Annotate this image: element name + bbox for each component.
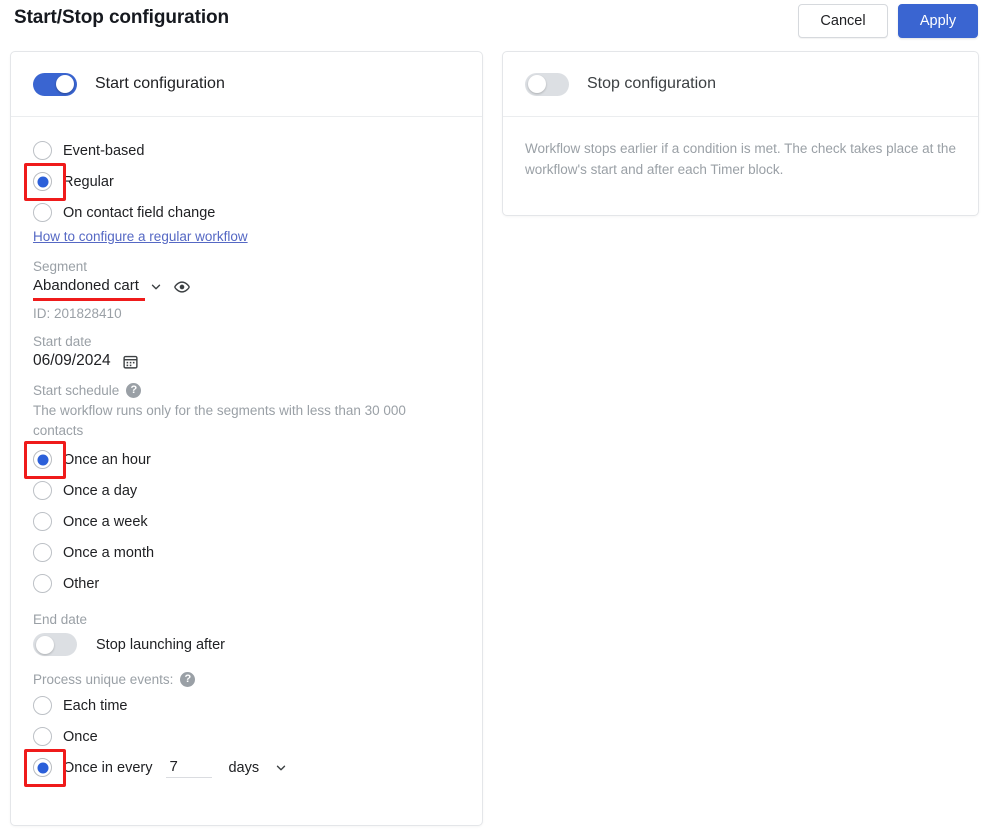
start-date-label-text: Start date [33, 334, 92, 349]
radio-once-an-hour[interactable]: Once an hour [33, 444, 460, 475]
stop-launching-after-row[interactable]: Stop launching after [33, 633, 460, 657]
start-schedule-label: Start schedule ? [33, 383, 460, 398]
help-icon[interactable]: ? [180, 672, 196, 688]
radio-once-a-day[interactable]: Once a day [33, 475, 460, 506]
stop-configuration-card: Stop configuration Workflow stops earlie… [502, 51, 979, 216]
help-icon[interactable]: ? [126, 383, 142, 398]
start-configuration-toggle[interactable] [33, 72, 77, 96]
calendar-icon[interactable] [122, 353, 139, 370]
radio-on-contact-field-change[interactable]: On contact field change [33, 197, 460, 228]
segment-label-text: Segment [33, 259, 88, 274]
radio-label: Regular [63, 173, 114, 190]
radio-regular[interactable]: Regular [33, 166, 460, 197]
start-stop-configuration-page: Start/Stop configuration Cancel Apply St… [0, 0, 993, 840]
eye-icon[interactable] [173, 278, 191, 296]
radio-other[interactable]: Other [33, 568, 460, 599]
stop-card-header: Stop configuration [503, 52, 978, 117]
segment-label: Segment [33, 259, 460, 274]
radio-once-in-every[interactable]: Once in every days [33, 752, 460, 783]
radio-once-a-week[interactable]: Once a week [33, 506, 460, 537]
radio-circle-icon [33, 727, 52, 747]
radio-each-time[interactable]: Each time [33, 690, 460, 721]
stop-configuration-toggle[interactable] [525, 72, 569, 96]
radio-label: Event-based [63, 142, 145, 159]
stop-configuration-description: Workflow stops earlier if a condition is… [525, 141, 956, 177]
end-date-label-text: End date [33, 612, 88, 628]
start-schedule-label-text: Start schedule [33, 383, 120, 398]
radio-label: Once an hour [63, 451, 151, 468]
start-configuration-card: Start configuration Event-based Regular … [10, 51, 483, 826]
segment-value[interactable]: Abandoned cart [33, 277, 145, 301]
radio-circle-icon [33, 481, 52, 501]
cancel-button[interactable]: Cancel [798, 4, 888, 38]
header-actions: Cancel Apply [798, 4, 978, 38]
toggle-knob [35, 635, 54, 654]
radio-label: Once a week [63, 513, 148, 530]
radio-label: Once in every [63, 759, 153, 776]
radio-label: Once [63, 728, 98, 745]
start-date-row[interactable]: 06/09/2024 [33, 352, 460, 370]
page-title: Start/Stop configuration [14, 7, 230, 28]
radio-once[interactable]: Once [33, 721, 460, 752]
start-date-value[interactable]: 06/09/2024 [33, 352, 111, 370]
radio-circle-icon [33, 543, 52, 563]
segment-id: ID: 201828410 [33, 306, 122, 321]
radio-circle-icon [33, 512, 52, 532]
toggle-knob [56, 75, 74, 93]
process-unique-events-label-text: Process unique events: [33, 672, 174, 688]
radio-circle-icon [33, 203, 52, 222]
radio-event-based[interactable]: Event-based [33, 135, 460, 166]
radio-circle-icon [33, 574, 52, 594]
radio-label: Once a day [63, 482, 138, 499]
interval-value-input[interactable] [166, 757, 213, 778]
start-schedule-hint: The workflow runs only for the segments … [33, 403, 406, 438]
radio-circle-selected-icon [33, 172, 52, 191]
start-configuration-label: Start configuration [95, 75, 225, 92]
radio-label: Once a month [63, 544, 155, 561]
radio-circle-icon [33, 696, 52, 716]
apply-button[interactable]: Apply [898, 4, 978, 38]
radio-circle-selected-icon [33, 758, 52, 778]
page-header: Start/Stop configuration Cancel Apply [0, 0, 993, 46]
radio-circle-selected-icon [33, 450, 52, 470]
start-card-body: Event-based Regular On contact field cha… [11, 117, 482, 783]
segment-select-row[interactable]: Abandoned cart [33, 277, 460, 301]
stop-configuration-label: Stop configuration [587, 75, 716, 92]
radio-once-a-month[interactable]: Once a month [33, 537, 460, 568]
radio-label: Other [63, 575, 100, 592]
chevron-down-icon[interactable] [149, 280, 163, 294]
radio-label: Each time [63, 697, 128, 714]
chevron-down-icon[interactable] [274, 761, 288, 775]
process-unique-events-label: Process unique events: ? [33, 672, 460, 688]
radio-label: On contact field change [63, 204, 216, 221]
start-date-label: Start date [33, 334, 460, 349]
end-date-label: End date [33, 612, 460, 627]
how-to-configure-link[interactable]: How to configure a regular workflow [33, 229, 248, 244]
toggle-knob [527, 75, 546, 93]
interval-unit-label: days [228, 759, 260, 776]
start-card-header: Start configuration [11, 52, 482, 117]
stop-launching-after-toggle[interactable] [33, 633, 77, 657]
radio-circle-icon [33, 141, 52, 160]
stop-launching-after-label: Stop launching after [96, 636, 225, 653]
